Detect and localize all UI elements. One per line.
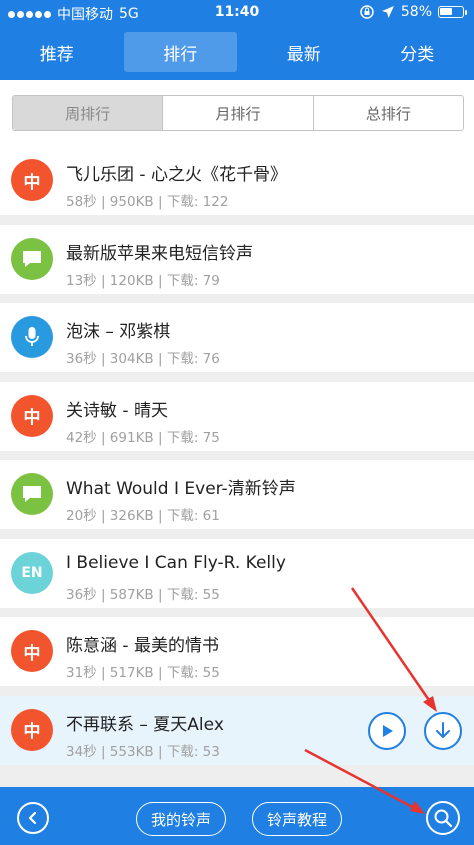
filter-weekly[interactable]: 周排行	[13, 96, 164, 130]
chinese-icon: 中	[11, 159, 53, 201]
location-arrow-icon	[381, 6, 394, 18]
filter-label: 周排行	[65, 104, 111, 123]
ringtone-title: 泡沫 – 邓紫棋	[66, 322, 171, 342]
ringtone-title: What Would I Ever-清新铃声	[66, 479, 296, 499]
ringtone-item[interactable]: 最新版苹果来电短信铃声 13秒 | 120KB | 下载: 79	[0, 224, 474, 294]
my-ringtones-label: 我的铃声	[150, 810, 211, 829]
ranking-segmented-control: 周排行 月排行 总排行	[12, 95, 464, 131]
ringtone-title: 关诗敏 - 晴天	[66, 400, 168, 421]
chevron-left-icon	[28, 811, 37, 825]
ringtone-meta: 36秒 | 587KB | 下载: 55	[66, 586, 220, 603]
ringtone-meta: 34秒 | 553KB | 下载: 53	[66, 743, 220, 760]
download-arrow-icon	[436, 721, 450, 738]
filter-label: 总排行	[365, 104, 411, 123]
search-button[interactable]	[426, 801, 460, 835]
ringtone-title: 不再联系 – 夏天Alex	[66, 714, 224, 735]
top-bar: 中国移动 5G 11:40 58% 推荐 排行 最新 分类	[0, 0, 474, 80]
search-icon	[434, 809, 453, 828]
status-bar: 中国移动 5G 11:40 58%	[0, 0, 474, 26]
my-ringtones-button[interactable]: 我的铃声	[136, 802, 226, 836]
icon-badge-text: EN	[21, 564, 43, 581]
ringtone-item[interactable]: EN I Believe I Can Fly-R. Kelly 36秒 | 587K…	[0, 538, 474, 608]
battery-percent: 58%	[400, 4, 432, 20]
tab-label: 最新	[286, 44, 321, 65]
english-icon: EN	[11, 551, 53, 594]
ringtone-meta: 36秒 | 304KB | 下载: 76	[66, 351, 220, 367]
ringtone-meta: 42秒 | 691KB | 下载: 75	[66, 429, 220, 446]
ringtone-meta: 58秒 | 950KB | 下载: 122	[66, 194, 229, 210]
main-tabs: 推荐 排行 最新 分类	[0, 32, 474, 72]
icon-badge-text: 中	[23, 172, 41, 193]
rotation-lock-icon	[360, 5, 374, 19]
chinese-icon: 中	[11, 394, 53, 437]
tab-ranking[interactable]: 排行	[123, 32, 237, 72]
play-button[interactable]	[368, 711, 406, 750]
ringtone-title: 飞儿乐团 - 心之火《花千骨》	[66, 165, 287, 185]
ringtone-tutorial-label: 铃声教程	[266, 810, 327, 829]
ringtone-item[interactable]: 中 飞儿乐团 - 心之火《花千骨》 58秒 | 950KB | 下载: 122	[0, 146, 474, 215]
message-icon	[11, 473, 53, 515]
message-icon	[11, 237, 53, 280]
ringtone-item[interactable]: 中 关诗敏 - 晴天 42秒 | 691KB | 下载: 75	[0, 381, 474, 451]
ringtone-title: 陈意涵 - 最美的情书	[66, 636, 219, 656]
ringtone-meta: 13秒 | 120KB | 下载: 79	[66, 272, 220, 289]
ringtone-title: 最新版苹果来电短信铃声	[66, 243, 253, 264]
filter-monthly[interactable]: 月排行	[163, 96, 314, 130]
back-button[interactable]	[17, 802, 49, 834]
tab-category[interactable]: 分类	[361, 32, 474, 72]
ringtone-actions	[368, 711, 462, 750]
battery-icon	[438, 6, 467, 18]
chinese-icon: 中	[11, 708, 53, 751]
ringtone-item[interactable]: 中 陈意涵 - 最美的情书 31秒 | 517KB | 下载: 55	[0, 617, 474, 686]
icon-badge-text: 中	[23, 722, 41, 742]
filter-overall[interactable]: 总排行	[313, 96, 463, 130]
ringtone-title: I Believe I Can Fly-R. Kelly	[66, 552, 286, 573]
microphone-icon	[11, 316, 53, 358]
tab-latest[interactable]: 最新	[247, 32, 361, 72]
chinese-icon: 中	[11, 630, 53, 672]
bottom-toolbar: 我的铃声 铃声教程	[0, 787, 474, 845]
ringtone-meta: 31秒 | 517KB | 下载: 55	[66, 665, 220, 681]
icon-badge-text: 中	[23, 408, 41, 428]
play-icon	[383, 724, 393, 737]
ringtone-item[interactable]: What Would I Ever-清新铃声 20秒 | 326KB | 下载: …	[0, 460, 474, 529]
tab-label: 分类	[400, 44, 435, 65]
download-button[interactable]	[424, 711, 462, 750]
ranking-filter-bar: 周排行 月排行 总排行	[0, 80, 474, 146]
ringtone-tutorial-button[interactable]: 铃声教程	[252, 802, 342, 836]
filter-label: 月排行	[215, 104, 261, 123]
tab-recommend[interactable]: 推荐	[0, 32, 114, 72]
ringtone-meta: 20秒 | 326KB | 下载: 61	[66, 508, 220, 524]
tab-label: 排行	[163, 44, 198, 65]
tab-label: 推荐	[39, 44, 74, 65]
ringtone-item[interactable]: 泡沫 – 邓紫棋 36秒 | 304KB | 下载: 76	[0, 303, 474, 372]
ringtone-item[interactable]: 中 不再联系 – 夏天Alex 34秒 | 553KB | 下载: 53	[0, 695, 474, 765]
icon-badge-text: 中	[23, 643, 41, 664]
